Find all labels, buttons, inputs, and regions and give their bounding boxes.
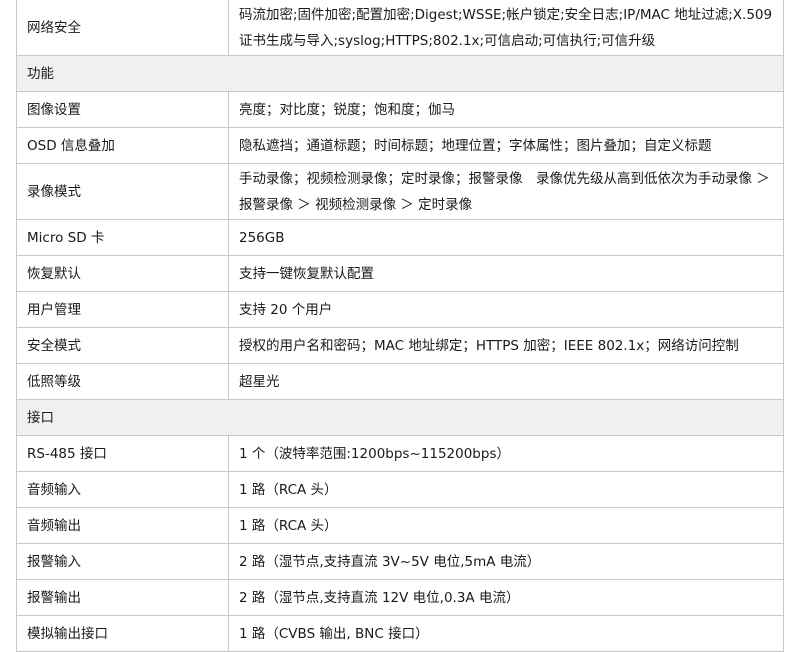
section-header-features: 功能 xyxy=(16,55,784,92)
spec-row-rs485: RS-485 接口 1 个（波特率范围:1200bps~115200bps） xyxy=(16,435,784,472)
spec-row-osd: OSD 信息叠加 隐私遮挡；通道标题；时间标题；地理位置；字体属性；图片叠加；自… xyxy=(16,127,784,164)
section-title: 功能 xyxy=(16,55,784,92)
spec-label: 用户管理 xyxy=(16,291,229,328)
spec-row-low-light: 低照等级 超星光 xyxy=(16,363,784,400)
spec-row-restore-default: 恢复默认 支持一键恢复默认配置 xyxy=(16,255,784,292)
spec-label: 报警输出 xyxy=(16,579,229,616)
spec-label: 录像模式 xyxy=(16,163,229,220)
spec-label: 报警输入 xyxy=(16,543,229,580)
spec-value: 2 路（湿节点,支持直流 12V 电位,0.3A 电流） xyxy=(228,579,784,616)
spec-label: 恢复默认 xyxy=(16,255,229,292)
spec-value: 支持 20 个用户 xyxy=(228,291,784,328)
spec-label: 音频输出 xyxy=(16,507,229,544)
spec-label: 图像设置 xyxy=(16,91,229,128)
spec-row-micro-sd: Micro SD 卡 256GB xyxy=(16,219,784,256)
spec-value: 手动录像；视频检测录像；定时录像；报警录像 录像优先级从高到低依次为手动录像 ＞… xyxy=(228,163,784,220)
spec-row-network-security: 网络安全 码流加密;固件加密;配置加密;Digest;WSSE;帐户锁定;安全日… xyxy=(16,0,784,56)
spec-row-audio-input: 音频输入 1 路（RCA 头） xyxy=(16,471,784,508)
spec-label: RS-485 接口 xyxy=(16,435,229,472)
spec-value: 亮度；对比度；锐度；饱和度；伽马 xyxy=(228,91,784,128)
spec-value: 1 路（CVBS 输出, BNC 接口） xyxy=(228,615,784,652)
section-title: 接口 xyxy=(16,399,784,436)
spec-label: OSD 信息叠加 xyxy=(16,127,229,164)
spec-label: 网络安全 xyxy=(16,0,229,56)
spec-value: 码流加密;固件加密;配置加密;Digest;WSSE;帐户锁定;安全日志;IP/… xyxy=(228,0,784,56)
spec-row-alarm-output: 报警输出 2 路（湿节点,支持直流 12V 电位,0.3A 电流） xyxy=(16,579,784,616)
spec-label: Micro SD 卡 xyxy=(16,219,229,256)
spec-table: 网络安全 码流加密;固件加密;配置加密;Digest;WSSE;帐户锁定;安全日… xyxy=(16,0,784,652)
spec-value: 超星光 xyxy=(228,363,784,400)
section-header-interfaces: 接口 xyxy=(16,399,784,436)
spec-value: 256GB xyxy=(228,219,784,256)
spec-value: 支持一键恢复默认配置 xyxy=(228,255,784,292)
spec-row-recording-mode: 录像模式 手动录像；视频检测录像；定时录像；报警录像 录像优先级从高到低依次为手… xyxy=(16,163,784,220)
spec-row-audio-output: 音频输出 1 路（RCA 头） xyxy=(16,507,784,544)
spec-row-analog-output: 模拟输出接口 1 路（CVBS 输出, BNC 接口） xyxy=(16,615,784,652)
spec-label: 低照等级 xyxy=(16,363,229,400)
spec-value: 2 路（湿节点,支持直流 3V~5V 电位,5mA 电流） xyxy=(228,543,784,580)
spec-row-security-mode: 安全模式 授权的用户名和密码；MAC 地址绑定；HTTPS 加密；IEEE 80… xyxy=(16,327,784,364)
spec-value: 授权的用户名和密码；MAC 地址绑定；HTTPS 加密；IEEE 802.1x；… xyxy=(228,327,784,364)
spec-row-image-settings: 图像设置 亮度；对比度；锐度；饱和度；伽马 xyxy=(16,91,784,128)
spec-label: 音频输入 xyxy=(16,471,229,508)
spec-label: 模拟输出接口 xyxy=(16,615,229,652)
spec-value: 1 个（波特率范围:1200bps~115200bps） xyxy=(228,435,784,472)
spec-row-alarm-input: 报警输入 2 路（湿节点,支持直流 3V~5V 电位,5mA 电流） xyxy=(16,543,784,580)
spec-row-user-management: 用户管理 支持 20 个用户 xyxy=(16,291,784,328)
spec-value: 隐私遮挡；通道标题；时间标题；地理位置；字体属性；图片叠加；自定义标题 xyxy=(228,127,784,164)
spec-label: 安全模式 xyxy=(16,327,229,364)
spec-value: 1 路（RCA 头） xyxy=(228,507,784,544)
spec-value: 1 路（RCA 头） xyxy=(228,471,784,508)
